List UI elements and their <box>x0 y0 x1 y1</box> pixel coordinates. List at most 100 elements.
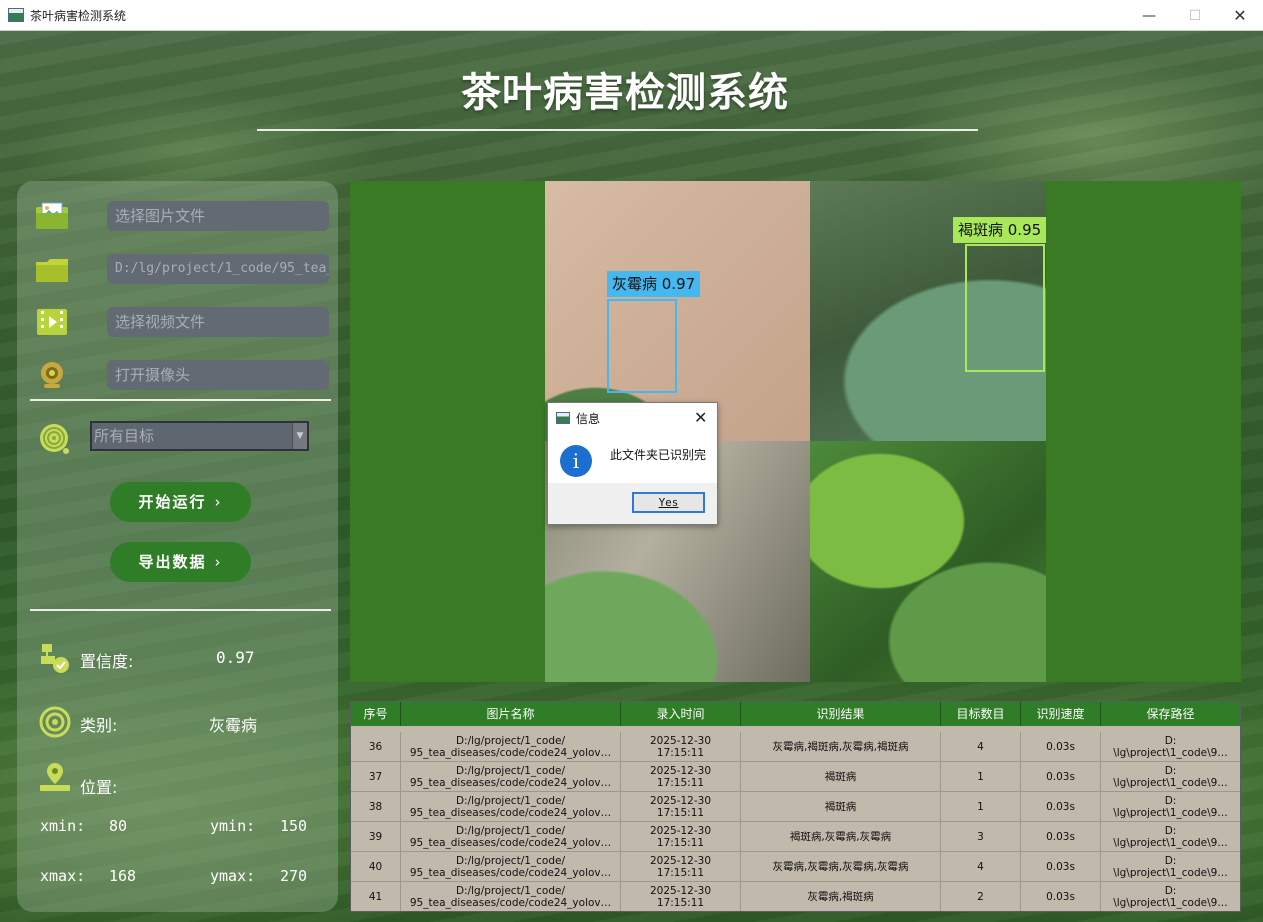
column-header-index[interactable]: 序号 <box>351 702 401 726</box>
cell-time: 2025-12-30 17:15:11 <box>621 822 741 852</box>
start-button-label: 开始运行 <box>138 493 207 511</box>
video-file-row: 选择视频文件 <box>35 305 329 339</box>
info-dialog: 信息 ✕ i 此文件夹已识别完 Yes <box>547 402 718 525</box>
cell-index: 36 <box>351 732 401 762</box>
image-folder-icon <box>36 202 68 229</box>
cell-speed: 0.03s <box>1021 732 1101 762</box>
cell-speed: 0.03s <box>1021 852 1101 882</box>
cell-save-path-line1: D: <box>1164 885 1177 897</box>
cell-result: 褐斑病 <box>741 792 941 822</box>
location-icon <box>40 763 70 791</box>
cell-clock: 17:15:11 <box>656 807 705 819</box>
cell-date: 2025-12-30 <box>649 885 712 897</box>
cell-image-name-line2: 95_tea_diseases/code/code24_yolov… <box>409 897 612 909</box>
column-header-image-name[interactable]: 图片名称 <box>401 702 621 726</box>
export-button[interactable]: 导出数据 › <box>110 542 251 582</box>
cell-image-name: D:/lg/project/1_code/95_tea_diseases/cod… <box>401 732 621 762</box>
cell-save-path: D: \lg\project\1_code\9… <box>1101 732 1240 762</box>
cell-result: 灰霉病,灰霉病,灰霉病,灰霉病 <box>741 852 941 882</box>
cell-result-text: 灰霉病,褐斑病,灰霉病,褐斑病 <box>772 741 909 753</box>
cell-result-text: 褐斑病 <box>824 771 857 783</box>
video-file-icon <box>37 309 67 335</box>
app-icon <box>8 8 24 22</box>
cell-date: 2025-12-30 <box>649 765 712 777</box>
table-body: 36 D:/lg/project/1_code/95_tea_diseases/c… <box>351 732 1240 911</box>
video-file-input[interactable]: 选择视频文件 <box>107 307 329 337</box>
page-title: 茶叶病害检测系统 <box>461 70 789 116</box>
camera-icon <box>41 362 63 388</box>
table-row[interactable]: 38 D:/lg/project/1_code/95_tea_diseases/c… <box>351 792 1240 822</box>
minimize-button[interactable]: — <box>1126 0 1172 31</box>
table-row[interactable]: 41 D:/lg/project/1_code/95_tea_diseases/c… <box>351 882 1240 911</box>
cell-index-text: 38 <box>368 801 383 813</box>
cell-index-text: 36 <box>368 741 383 753</box>
cell-speed: 0.03s <box>1021 822 1101 852</box>
folder-path-input[interactable]: D:/lg/project/1_code/95_tea_diseases <box>107 254 329 284</box>
position-label: 位置: <box>80 778 118 797</box>
column-header-speed[interactable]: 识别速度 <box>1021 702 1101 726</box>
cell-clock: 17:15:11 <box>656 777 705 789</box>
chevron-down-icon[interactable]: ▼ <box>292 423 307 449</box>
cell-image-name-line1: D:/lg/project/1_code/ <box>455 765 566 777</box>
start-button[interactable]: 开始运行 › <box>110 482 251 522</box>
column-header-result[interactable]: 识别结果 <box>741 702 941 726</box>
table-row[interactable]: 37 D:/lg/project/1_code/95_tea_diseases/c… <box>351 762 1240 792</box>
cell-image-name: D:/lg/project/1_code/95_tea_diseases/cod… <box>401 852 621 882</box>
control-panel: 选择图片文件 D:/lg/project/1_code/95_tea_disea… <box>17 181 338 912</box>
chevron-right-icon: › <box>214 553 223 571</box>
cell-index: 40 <box>351 852 401 882</box>
dialog-close-icon[interactable]: ✕ <box>694 408 707 427</box>
cell-date: 2025-12-30 <box>649 855 712 867</box>
cell-image-name-line1: D:/lg/project/1_code/ <box>455 825 566 837</box>
cell-time: 2025-12-30 17:15:11 <box>621 762 741 792</box>
leaf-image-tile <box>810 441 1046 682</box>
cell-image-name-line1: D:/lg/project/1_code/ <box>455 855 566 867</box>
cell-index-text: 41 <box>368 891 383 903</box>
export-button-label: 导出数据 <box>138 553 207 571</box>
cell-image-name-line1: D:/lg/project/1_code/ <box>455 795 566 807</box>
cell-image-name-line2: 95_tea_diseases/code/code24_yolov… <box>409 777 612 789</box>
confidence-value: 0.97 <box>216 648 255 667</box>
cell-result: 褐斑病,灰霉病,灰霉病 <box>741 822 941 852</box>
image-file-input[interactable]: 选择图片文件 <box>107 201 329 231</box>
yes-button[interactable]: Yes <box>632 492 705 513</box>
column-header-save-path[interactable]: 保存路径 <box>1101 702 1240 726</box>
column-header-count[interactable]: 目标数目 <box>941 702 1021 726</box>
cell-speed-text: 0.03s <box>1046 861 1075 873</box>
target-icon <box>40 424 69 454</box>
table-row[interactable]: 40 D:/lg/project/1_code/95_tea_diseases/c… <box>351 852 1240 882</box>
table-row[interactable]: 39 D:/lg/project/1_code/95_tea_diseases/c… <box>351 822 1240 852</box>
window-titlebar: 茶叶病害检测系统 — ☐ ✕ <box>0 0 1263 31</box>
cell-date: 2025-12-30 <box>649 795 712 807</box>
cell-clock: 17:15:11 <box>656 897 705 909</box>
detection-box <box>607 299 677 393</box>
cell-save-path: D: \lg\project\1_code\9… <box>1101 822 1240 852</box>
cell-clock: 17:15:11 <box>656 837 705 849</box>
cell-count: 2 <box>941 882 1021 911</box>
cell-count: 4 <box>941 732 1021 762</box>
xmax-label: xmax: <box>40 867 86 885</box>
cell-save-path-line1: D: <box>1164 855 1177 867</box>
table-row[interactable]: 36 D:/lg/project/1_code/95_tea_diseases/c… <box>351 732 1240 762</box>
cell-save-path-line1: D: <box>1164 765 1177 777</box>
window-title: 茶叶病害检测系统 <box>30 8 127 23</box>
cell-image-name-line2: 95_tea_diseases/code/code24_yolov… <box>409 837 612 849</box>
folder-row: D:/lg/project/1_code/95_tea_diseases <box>35 252 329 286</box>
results-table[interactable]: 序号 图片名称 录入时间 识别结果 目标数目 识别速度 保存路径 36 D:/lg… <box>350 701 1241 912</box>
app-icon <box>556 412 570 424</box>
column-header-time[interactable]: 录入时间 <box>621 702 741 726</box>
cell-count-text: 3 <box>977 831 984 843</box>
camera-input[interactable]: 打开摄像头 <box>107 360 329 390</box>
detection-label: 褐斑病 0.95 <box>953 217 1046 243</box>
detection-box <box>965 244 1045 372</box>
target-select[interactable]: 所有目标 ▼ <box>90 421 309 451</box>
detection-label: 灰霉病 0.97 <box>607 271 701 297</box>
maximize-button[interactable]: ☐ <box>1172 0 1218 31</box>
close-button[interactable]: ✕ <box>1217 0 1263 31</box>
cell-index: 39 <box>351 822 401 852</box>
cell-save-path-line2: \lg\project\1_code\9… <box>1113 777 1228 789</box>
xmin-value: 80 <box>109 817 128 835</box>
panel-divider-2 <box>30 609 331 611</box>
cell-result: 灰霉病,褐斑病,灰霉病,褐斑病 <box>741 732 941 762</box>
cell-count: 3 <box>941 822 1021 852</box>
